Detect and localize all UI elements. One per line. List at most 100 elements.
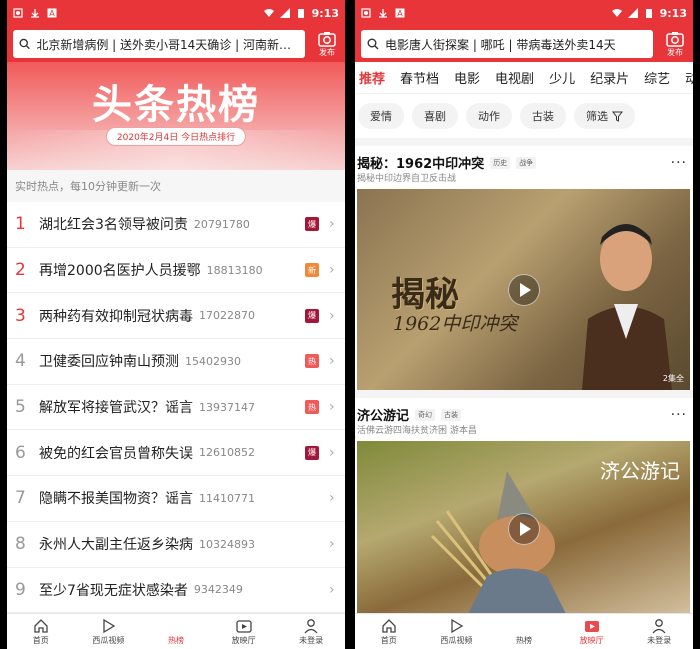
nav-label: 放映厅 bbox=[579, 635, 604, 645]
search-text: 电影唐人街探案 | 哪吒 | 带病毒送外卖14天 bbox=[385, 37, 616, 52]
chevron-right-icon: › bbox=[329, 490, 335, 507]
video-card[interactable]: 揭秘：1962中印冲突 历史 战争 ··· 揭秘中印边界自卫反击战 揭秘 196… bbox=[355, 146, 693, 390]
status-time: 9:13 bbox=[659, 6, 687, 20]
play-icon[interactable] bbox=[507, 273, 540, 306]
card-tag: 历史 bbox=[490, 156, 511, 169]
hot-list-item[interactable]: 6 被免的红会官员曾称失误 12610852 爆 › bbox=[7, 430, 345, 477]
video-thumbnail[interactable]: 济公游记 bbox=[357, 441, 690, 616]
status-bar: A 9:13 bbox=[7, 0, 345, 26]
hot-list-item[interactable]: 1 湖北红会3名领导被问责 20791780 爆 › bbox=[7, 202, 345, 248]
hot-badge: 热 bbox=[305, 400, 319, 415]
tab-6[interactable]: 综艺 bbox=[644, 68, 670, 87]
rank-number: 3 bbox=[15, 305, 26, 326]
hot-badge: 爆 bbox=[305, 445, 319, 460]
app-a-icon: A bbox=[395, 8, 405, 18]
hot-count: 13937147 bbox=[199, 400, 255, 414]
banner-title: 头条热榜 bbox=[92, 81, 260, 128]
video-card[interactable]: 济公游记 奇幻 古装 ··· 活佛云游四海扶贫济困 游本昌 济公游记 bbox=[355, 398, 693, 616]
episode-count: 2集全 bbox=[662, 374, 684, 383]
chevron-right-icon: › bbox=[329, 353, 335, 370]
nav-label: 首页 bbox=[380, 635, 397, 645]
filter-chips: 爱情 喜剧 动作 古装 筛选 bbox=[355, 94, 693, 138]
hot-list-item[interactable]: 7 隐瞒不报美国物资？谣言 11410771 › bbox=[7, 476, 345, 522]
rank-number: 2 bbox=[15, 260, 26, 281]
chevron-right-icon: › bbox=[329, 536, 335, 553]
hot-list-item[interactable]: 2 再增2000名医护人员援鄂 18813180 新 › bbox=[7, 248, 345, 294]
filter-label: 筛选 bbox=[586, 110, 608, 123]
filter-label: 喜剧 bbox=[424, 110, 446, 123]
nav-label: 首页 bbox=[32, 635, 49, 645]
hot-badge: 爆 bbox=[305, 308, 319, 323]
nav-tv-play[interactable]: 放映厅 bbox=[558, 614, 626, 649]
headline: 被免的红会官员曾称失误 bbox=[39, 445, 193, 462]
more-options-icon[interactable]: ··· bbox=[671, 407, 687, 423]
card-title: 揭秘：1962中印冲突 bbox=[357, 157, 485, 172]
hot-list-item[interactable]: 8 永州人大副主任返乡染病 10324893 › bbox=[7, 522, 345, 568]
chevron-right-icon: › bbox=[329, 581, 335, 598]
headline: 至少7省现无症状感染者 bbox=[39, 582, 188, 599]
filter-chip[interactable]: 爱情 bbox=[358, 103, 404, 129]
notification-icon bbox=[13, 8, 23, 18]
tv-play-icon bbox=[235, 619, 252, 633]
publish-label: 发布 bbox=[667, 47, 683, 57]
nav-fire[interactable]: 热榜 bbox=[142, 614, 210, 649]
signal-icon bbox=[279, 8, 290, 18]
tab-7[interactable]: 动漫 bbox=[685, 68, 693, 87]
hot-list-item[interactable]: 3 两种药有效抑制冠状病毒 17022870 爆 › bbox=[7, 293, 345, 340]
hot-badge: 爆 bbox=[305, 217, 319, 232]
nav-home[interactable]: 首页 bbox=[7, 614, 75, 649]
headline: 两种药有效抑制冠状病毒 bbox=[39, 308, 193, 325]
hot-list-banner: 头条热榜 2020年2月4日 今日热点排行 bbox=[7, 62, 345, 170]
hot-count: 17022870 bbox=[199, 309, 255, 323]
search-text: 北京新增病例 | 送外卖小哥14天确诊 | 河南新增确... bbox=[36, 37, 299, 52]
nav-label: 未登录 bbox=[647, 635, 672, 645]
hot-list-item[interactable]: 4 卫健委回应钟南山预测 15402930 热 › bbox=[7, 339, 345, 385]
card-subtitle: 活佛云游四海扶贫济困 游本昌 bbox=[357, 426, 477, 436]
publish-button[interactable]: 发布 bbox=[661, 31, 689, 58]
battery-icon bbox=[645, 9, 652, 18]
filter-chip[interactable]: 动作 bbox=[466, 103, 512, 129]
tv-play-icon bbox=[584, 620, 599, 632]
nav-play-outline[interactable]: 西瓜视频 bbox=[423, 614, 491, 649]
tab-3[interactable]: 电视剧 bbox=[495, 68, 534, 87]
nav-tv-play[interactable]: 放映厅 bbox=[210, 614, 278, 649]
more-options-icon[interactable]: ··· bbox=[671, 155, 687, 171]
nav-user[interactable]: 未登录 bbox=[625, 614, 693, 649]
home-icon bbox=[382, 618, 396, 633]
hot-list-item[interactable]: 9 至少7省现无症状感染者 9342349 › bbox=[7, 568, 345, 614]
card-title: 济公游记 bbox=[357, 409, 410, 424]
video-subtitle-art: 1962中印冲突 bbox=[393, 313, 518, 335]
hot-count: 18813180 bbox=[206, 263, 263, 277]
hot-list-item[interactable]: 5 解放军将接管武汉？谣言 13937147 热 › bbox=[7, 385, 345, 431]
play-icon[interactable] bbox=[507, 512, 540, 545]
tab-4[interactable]: 少儿 bbox=[549, 68, 575, 87]
search-input[interactable]: 电影唐人街探案 | 哪吒 | 带病毒送外卖14天 bbox=[361, 30, 653, 58]
hot-badge: 新 bbox=[305, 263, 319, 278]
tab-2[interactable]: 电影 bbox=[454, 68, 480, 87]
presenter-image bbox=[582, 224, 672, 390]
search-input[interactable]: 北京新增病例 | 送外卖小哥14天确诊 | 河南新增确... bbox=[13, 30, 305, 58]
hot-count: 11410771 bbox=[199, 491, 255, 505]
filter-button[interactable]: 筛选 bbox=[574, 103, 635, 129]
tab-1[interactable]: 春节档 bbox=[400, 68, 439, 87]
nav-user[interactable]: 未登录 bbox=[277, 614, 345, 649]
video-thumbnail[interactable]: 揭秘 1962中印冲突 2集全 bbox=[357, 189, 690, 390]
publish-label: 发布 bbox=[319, 47, 335, 57]
filter-chip[interactable]: 古装 bbox=[520, 103, 566, 129]
publish-button[interactable]: 发布 bbox=[313, 31, 341, 58]
nav-label: 西瓜视频 bbox=[440, 635, 473, 645]
nav-play-outline[interactable]: 西瓜视频 bbox=[75, 614, 143, 649]
nav-fire[interactable]: 热榜 bbox=[490, 614, 558, 649]
tab-0[interactable]: 推荐 bbox=[359, 68, 385, 87]
search-icon bbox=[367, 38, 379, 50]
svg-text:A: A bbox=[49, 9, 55, 18]
rank-number: 4 bbox=[15, 351, 26, 372]
card-subtitle: 揭秘中印边界自卫反击战 bbox=[357, 174, 457, 184]
status-time: 9:13 bbox=[311, 6, 339, 20]
filter-chip[interactable]: 喜剧 bbox=[412, 103, 458, 129]
tab-5[interactable]: 纪录片 bbox=[590, 68, 629, 87]
search-header: 电影唐人街探案 | 哪吒 | 带病毒送外卖14天 发布 bbox=[355, 26, 693, 62]
nav-home[interactable]: 首页 bbox=[355, 614, 423, 649]
left-phone-screen: A 9:13 北京新增病例 | 送外卖小哥14天确诊 | 河南新增确... 发布… bbox=[7, 0, 345, 649]
status-bar: A 9:13 bbox=[355, 0, 693, 26]
